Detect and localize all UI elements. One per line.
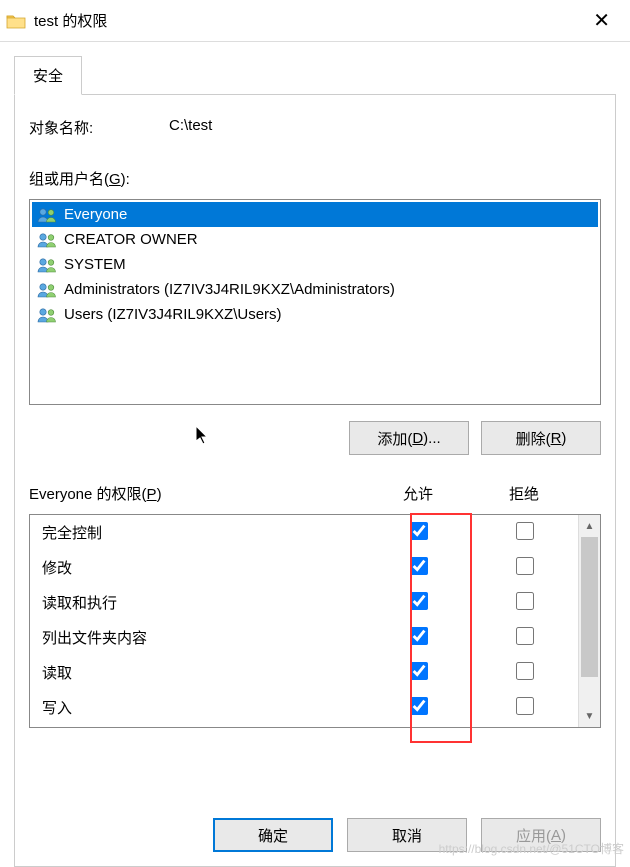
object-label: 对象名称: — [29, 117, 169, 138]
list-item[interactable]: SYSTEM — [32, 252, 598, 277]
permission-row: 修改 — [30, 550, 578, 585]
permission-row: 读取和执行 — [30, 585, 578, 620]
dialog-buttons: 确定 取消 应用(A) — [213, 818, 601, 852]
permission-name: 列出文件夹内容 — [42, 627, 366, 648]
groups-listbox[interactable]: Everyone CREATOR OWNER SYSTEM Administrator… — [29, 199, 601, 405]
list-item[interactable]: Everyone — [32, 202, 598, 227]
list-item[interactable]: Administrators (IZ7IV3J4RIL9KXZ\Administ… — [32, 277, 598, 302]
permission-row: 列出文件夹内容 — [30, 620, 578, 655]
allow-checkbox[interactable] — [410, 592, 428, 610]
list-item[interactable]: CREATOR OWNER — [32, 227, 598, 252]
object-row: 对象名称: C:\test — [29, 117, 601, 138]
deny-checkbox[interactable] — [516, 662, 534, 680]
allow-checkbox[interactable] — [410, 557, 428, 575]
allow-checkbox[interactable] — [410, 627, 428, 645]
list-item-label: CREATOR OWNER — [64, 231, 198, 248]
permission-row: 写入 — [30, 690, 578, 725]
permissions-listbox: 完全控制修改读取和执行列出文件夹内容读取写入 ▲ ▼ — [29, 514, 601, 728]
list-item-label: SYSTEM — [64, 256, 126, 273]
tab-security[interactable]: 安全 — [14, 56, 82, 95]
folder-icon — [6, 13, 26, 29]
add-remove-row: 添加(D)... 删除(R) — [29, 421, 601, 455]
object-value: C:\test — [169, 117, 212, 138]
ok-button[interactable]: 确定 — [213, 818, 333, 852]
permission-row: 读取 — [30, 655, 578, 690]
list-item-label: Administrators (IZ7IV3J4RIL9KXZ\Administ… — [64, 281, 395, 298]
dialog-body: 安全 对象名称: C:\test 组或用户名(G): Everyone CREAT… — [0, 42, 630, 867]
tab-strip: 安全 — [14, 56, 616, 95]
permission-name: 读取和执行 — [42, 592, 366, 613]
add-button[interactable]: 添加(D)... — [349, 421, 469, 455]
permission-row: 完全控制 — [30, 515, 578, 550]
titlebar: test 的权限 ✕ — [0, 0, 630, 42]
permissions-title: Everyone 的权限(P) — [29, 483, 365, 504]
permissions-header: Everyone 的权限(P) 允许 拒绝 — [29, 483, 601, 504]
scrollbar[interactable]: ▲ ▼ — [578, 515, 600, 727]
col-allow-header: 允许 — [365, 483, 471, 504]
window-title: test 的权限 — [34, 10, 585, 31]
remove-button[interactable]: 删除(R) — [481, 421, 601, 455]
col-deny-header: 拒绝 — [471, 483, 577, 504]
tab-security-label: 安全 — [33, 68, 63, 85]
permission-name: 完全控制 — [42, 522, 366, 543]
close-icon[interactable]: ✕ — [585, 8, 618, 33]
cancel-button[interactable]: 取消 — [347, 818, 467, 852]
list-item[interactable]: Users (IZ7IV3J4RIL9KXZ\Users) — [32, 302, 598, 327]
permissions-rows: 完全控制修改读取和执行列出文件夹内容读取写入 — [30, 515, 578, 727]
apply-button[interactable]: 应用(A) — [481, 818, 601, 852]
allow-checkbox[interactable] — [410, 697, 428, 715]
list-item-label: Users (IZ7IV3J4RIL9KXZ\Users) — [64, 306, 282, 323]
deny-checkbox[interactable] — [516, 627, 534, 645]
permission-name: 修改 — [42, 557, 366, 578]
scroll-down-icon[interactable]: ▼ — [579, 705, 600, 727]
deny-checkbox[interactable] — [516, 522, 534, 540]
allow-checkbox[interactable] — [410, 662, 428, 680]
scroll-up-icon[interactable]: ▲ — [579, 515, 600, 537]
deny-checkbox[interactable] — [516, 557, 534, 575]
allow-checkbox[interactable] — [410, 522, 428, 540]
deny-checkbox[interactable] — [516, 697, 534, 715]
permission-name: 读取 — [42, 662, 366, 683]
groups-label: 组或用户名(G): — [29, 168, 601, 189]
list-item-label: Everyone — [64, 206, 127, 223]
tab-content: 对象名称: C:\test 组或用户名(G): Everyone CREATOR … — [14, 95, 616, 867]
permission-name: 写入 — [42, 697, 366, 718]
deny-checkbox[interactable] — [516, 592, 534, 610]
scroll-thumb[interactable] — [581, 537, 598, 677]
